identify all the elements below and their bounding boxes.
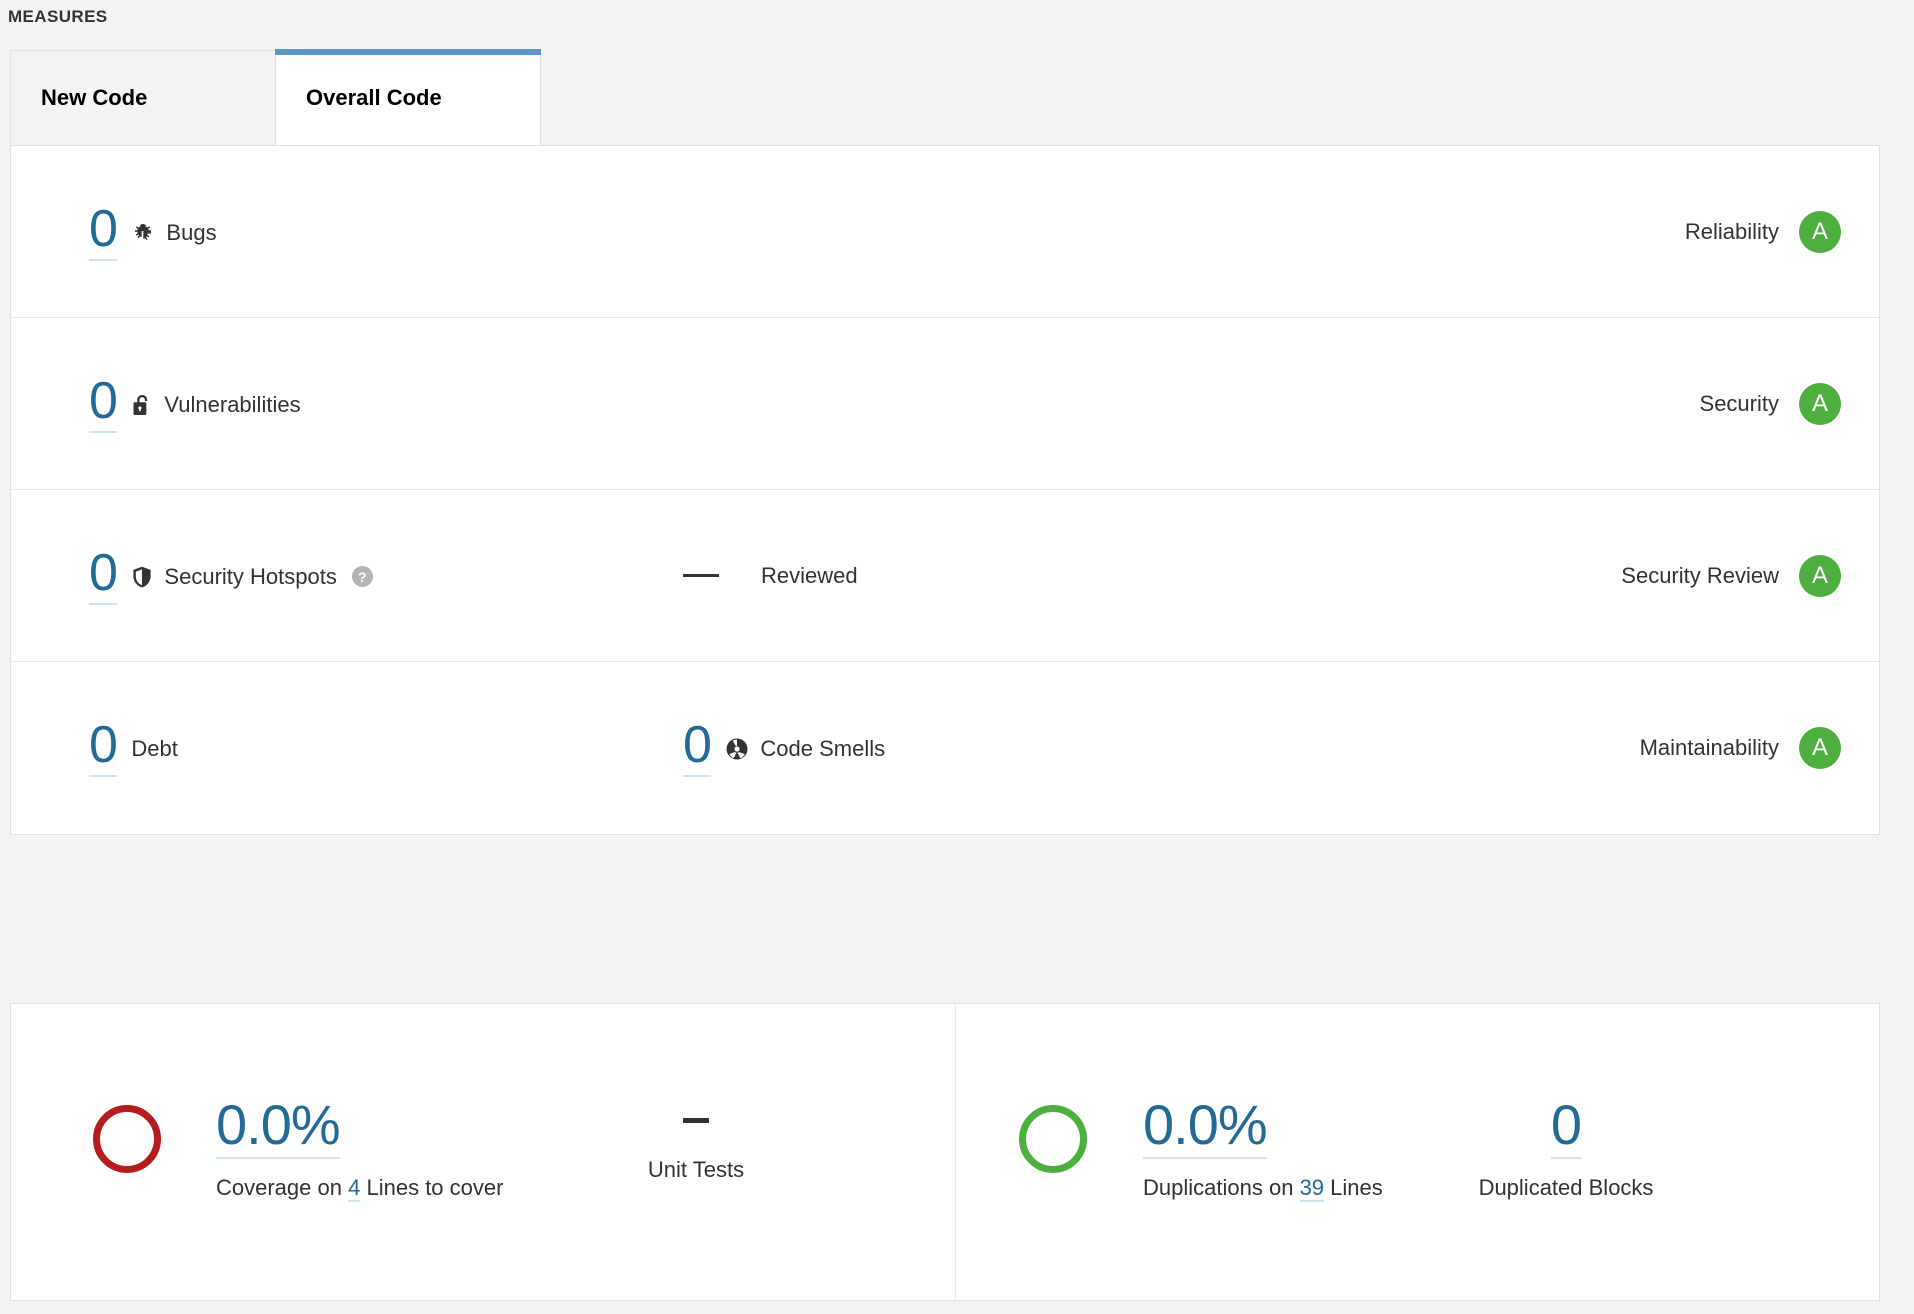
coverage-caption: Coverage on 4 Lines to cover — [216, 1174, 504, 1202]
duplications-caption: Duplications on 39 Lines — [1143, 1174, 1383, 1202]
reviewed-label: Reviewed — [761, 562, 858, 588]
lines-to-cover-link[interactable]: 4 — [348, 1174, 361, 1202]
value-underline — [216, 1156, 340, 1159]
unit-tests-stat: Unit Tests — [611, 1096, 781, 1183]
reliability-rating-group: Reliability A — [1684, 210, 1841, 253]
debt-value-link[interactable]: 0 — [89, 716, 118, 777]
coverage-stat: 0.0% Coverage on 4 Lines to cover — [216, 1093, 504, 1202]
duplicated-blocks-stat: 0 Duplicated Blocks — [1436, 1093, 1696, 1201]
duplicated-blocks-value: 0 — [1550, 1093, 1582, 1156]
coverage-panel: 0.0% Coverage on 4 Lines to cover Unit T… — [11, 1004, 956, 1300]
reviewed-cell: Reviewed — [683, 563, 858, 589]
open-lock-icon — [131, 393, 153, 417]
debt-label-group: Debt — [131, 736, 177, 762]
tab-overall-code-label: Overall Code — [306, 84, 442, 110]
maintainability-label: Maintainability — [1639, 735, 1779, 760]
security-hotspots-cell: 0 Security Hotspots ? — [89, 547, 373, 605]
coverage-ring-icon — [93, 1105, 161, 1173]
coverage-caption-suffix: Lines to cover — [366, 1174, 504, 1200]
duplications-panel: 0.0% Duplications on 39 Lines 0 Duplicat… — [956, 1004, 1879, 1300]
value-underline — [89, 775, 118, 777]
code-smells-value-link[interactable]: 0 — [683, 716, 712, 777]
bugs-value: 0 — [89, 199, 118, 258]
tab-overall-code[interactable]: Overall Code — [275, 49, 541, 145]
measure-row-bugs: 0 Bugs Reliability A — [11, 146, 1879, 318]
security-review-label: Security Review — [1621, 562, 1779, 588]
security-hotspots-value-link[interactable]: 0 — [89, 543, 118, 605]
duplications-caption-suffix: Lines — [1330, 1174, 1383, 1200]
maintainability-rating-group: Maintainability A — [1640, 727, 1841, 769]
coverage-duplications-panel: 0.0% Coverage on 4 Lines to cover Unit T… — [10, 1003, 1880, 1301]
debt-label[interactable]: Debt — [131, 736, 177, 762]
duplicated-blocks-label: Duplicated Blocks — [1478, 1174, 1654, 1200]
code-smells-label-group: Code Smells — [725, 736, 885, 762]
unit-tests-empty-value — [683, 1118, 709, 1123]
measure-row-security-hotspots: 0 Security Hotspots ? Reviewed Security … — [11, 490, 1879, 662]
measures-page: MEASURES New Code Overall Code 0 Bugs Re… — [0, 0, 1914, 1314]
tab-new-code[interactable]: New Code — [10, 50, 276, 145]
value-underline — [683, 775, 712, 777]
maintainability-rating-badge[interactable]: A — [1799, 727, 1841, 769]
help-icon[interactable]: ? — [351, 566, 373, 587]
vulnerabilities-value: 0 — [89, 371, 118, 430]
vulnerabilities-label[interactable]: Vulnerabilities — [164, 392, 300, 418]
vulnerabilities-value-link[interactable]: 0 — [89, 371, 118, 433]
debt-value: 0 — [89, 716, 118, 774]
security-hotspots-label[interactable]: Security Hotspots — [164, 564, 336, 590]
security-rating-group: Security A — [1699, 382, 1841, 425]
tab-bar: New Code Overall Code — [10, 49, 541, 145]
bug-icon — [131, 221, 155, 245]
vulnerabilities-label-group: Vulnerabilities — [131, 392, 301, 418]
duplications-ring-icon — [1019, 1105, 1087, 1173]
unit-tests-label: Unit Tests — [647, 1157, 745, 1182]
vulnerabilities-cell: 0 Vulnerabilities — [89, 375, 301, 433]
measure-row-maintainability: 0 Debt 0 Code Smells Maintainability A — [11, 662, 1879, 834]
duplications-stat: 0.0% Duplications on 39 Lines — [1143, 1093, 1383, 1202]
duplicated-blocks-value-link[interactable]: 0 — [1550, 1093, 1582, 1159]
code-smells-value: 0 — [683, 716, 712, 774]
coverage-value: 0.0% — [216, 1093, 341, 1156]
bugs-cell: 0 Bugs — [89, 203, 217, 261]
duplications-value: 0.0% — [1143, 1093, 1268, 1156]
tab-new-code-label: New Code — [41, 85, 148, 110]
value-underline — [89, 258, 118, 261]
code-smell-icon — [725, 737, 749, 761]
security-hotspots-label-group: Security Hotspots ? — [131, 564, 373, 590]
code-smells-label[interactable]: Code Smells — [760, 736, 885, 762]
reviewed-empty-value — [683, 574, 719, 577]
reliability-rating-badge[interactable]: A — [1799, 210, 1841, 253]
duplicated-lines-link[interactable]: 39 — [1299, 1174, 1325, 1202]
shield-icon — [131, 565, 153, 589]
value-underline — [1143, 1156, 1267, 1159]
value-underline — [89, 430, 118, 433]
value-underline — [89, 602, 118, 605]
value-underline — [1550, 1156, 1582, 1159]
measure-row-vulnerabilities: 0 Vulnerabilities Security A — [11, 318, 1879, 490]
coverage-value-link[interactable]: 0.0% — [216, 1093, 341, 1159]
code-smells-cell: 0 Code Smells — [683, 719, 885, 777]
duplications-caption-prefix: Duplications on — [1143, 1174, 1294, 1200]
security-review-rating-badge[interactable]: A — [1799, 554, 1841, 597]
measures-card: 0 Bugs Reliability A 0 Vulnerabilities S… — [10, 145, 1880, 835]
bugs-label-group: Bugs — [131, 220, 217, 246]
bugs-value-link[interactable]: 0 — [89, 199, 118, 261]
security-hotspots-value: 0 — [89, 543, 118, 602]
security-review-rating-group: Security Review A — [1621, 554, 1841, 597]
duplications-value-link[interactable]: 0.0% — [1143, 1093, 1268, 1159]
security-rating-badge[interactable]: A — [1799, 382, 1841, 425]
debt-cell: 0 Debt — [89, 719, 178, 777]
security-label: Security — [1699, 390, 1779, 416]
reliability-label: Reliability — [1684, 218, 1779, 244]
coverage-caption-prefix: Coverage on — [216, 1174, 342, 1200]
page-title: MEASURES — [8, 7, 108, 26]
bugs-label[interactable]: Bugs — [166, 220, 216, 246]
